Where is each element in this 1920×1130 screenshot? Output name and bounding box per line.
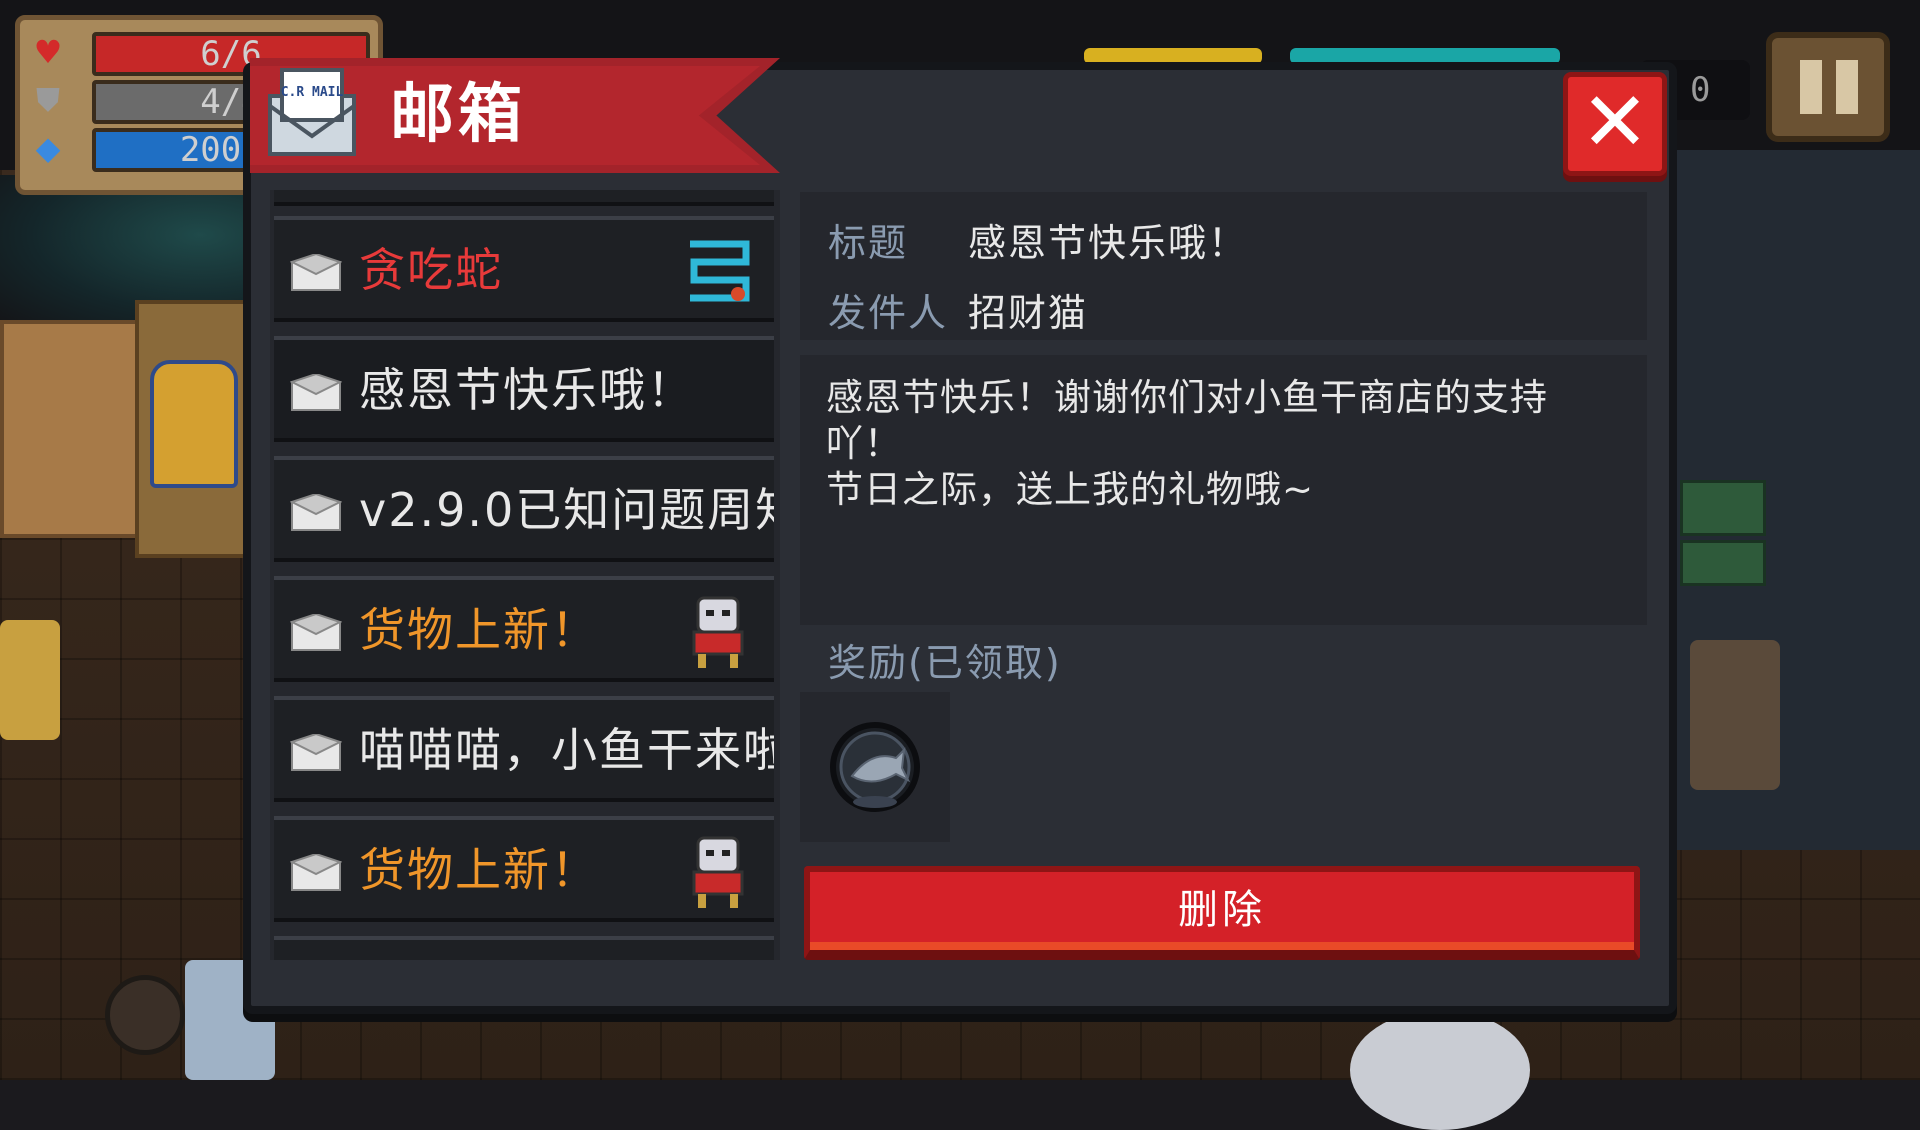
dialog-header: C.R MAIL 邮箱 — [250, 58, 780, 173]
mail-subject: v2.9.0已知问题周知 — [359, 483, 774, 537]
mail-list[interactable]: 贪吃蛇 感恩节快乐哦！ v2.9.0已知问题周知 货物上新！ 喵喵喵，小鱼干来啦… — [270, 190, 780, 960]
background-orb — [1350, 1010, 1530, 1130]
sender-value: 招财猫 — [968, 291, 1089, 335]
close-button[interactable]: ✕ — [1563, 72, 1667, 176]
mail-subject: 货物上新！ — [359, 603, 599, 657]
reward-slot[interactable] — [800, 692, 950, 842]
mail-meta: 标题 感恩节快乐哦！ 发件人 招财猫 — [800, 192, 1647, 340]
envelope-icon — [290, 494, 342, 531]
pause-button[interactable] — [1766, 32, 1890, 142]
dialog-title: 邮箱 — [390, 78, 526, 152]
mail-subject: 贪吃蛇 — [359, 243, 503, 297]
pause-icon — [1836, 60, 1858, 114]
background-pot — [105, 975, 185, 1055]
pharaoh-statue — [150, 360, 238, 488]
list-item[interactable] — [274, 936, 774, 960]
list-item[interactable]: 货物上新！ — [274, 816, 774, 922]
delete-button[interactable]: 删除 — [804, 866, 1640, 960]
envelope-icon — [290, 254, 342, 291]
svg-text:C.R MAIL: C.R MAIL — [281, 85, 344, 100]
background-character — [1690, 640, 1780, 790]
list-item[interactable] — [274, 190, 774, 206]
pause-icon — [1800, 60, 1822, 114]
sender-label: 发件人 — [828, 291, 949, 335]
list-item[interactable]: 贪吃蛇 — [274, 216, 774, 322]
close-icon: ✕ — [1580, 75, 1650, 170]
mail-body-text: 感恩节快乐！谢谢你们对小鱼干商店的支持 吖！ 节日之际，送上我的礼物哦~ — [826, 376, 1548, 511]
list-item[interactable]: 货物上新！ — [274, 576, 774, 682]
envelope-icon — [290, 854, 342, 891]
heart-icon: ♥ — [33, 33, 63, 71]
mail-icon: C.R MAIL — [268, 68, 356, 156]
envelope-icon — [290, 374, 342, 411]
delete-button-label: 删除 — [1178, 887, 1266, 933]
background-character — [0, 620, 60, 740]
envelope-icon — [290, 614, 342, 651]
list-item[interactable]: v2.9.0已知问题周知 — [274, 456, 774, 562]
mail-subject: 货物上新！ — [359, 843, 599, 897]
shield-icon: ⛊ — [35, 81, 60, 119]
list-item[interactable]: 感恩节快乐哦！ — [274, 336, 774, 442]
title-label: 标题 — [828, 221, 909, 265]
mail-subject: 感恩节快乐哦！ — [359, 363, 695, 417]
energy-icon: ◆ — [35, 129, 61, 167]
reward-label: 奖励(已领取) — [828, 641, 1062, 685]
list-item[interactable]: 喵喵喵，小鱼干来啦 — [274, 696, 774, 802]
mail-subject: 喵喵喵，小鱼干来啦 — [359, 723, 774, 777]
title-value: 感恩节快乐哦！ — [968, 221, 1249, 265]
fish-coin-icon — [830, 722, 920, 812]
envelope-icon — [290, 734, 342, 771]
background-mural — [0, 320, 148, 538]
shopkeeper-icon — [692, 836, 744, 908]
mail-body: 感恩节快乐！谢谢你们对小鱼干商店的支持 吖！ 节日之际，送上我的礼物哦~ — [800, 355, 1647, 625]
shopkeeper-icon — [692, 596, 744, 668]
snake-icon — [690, 240, 750, 302]
